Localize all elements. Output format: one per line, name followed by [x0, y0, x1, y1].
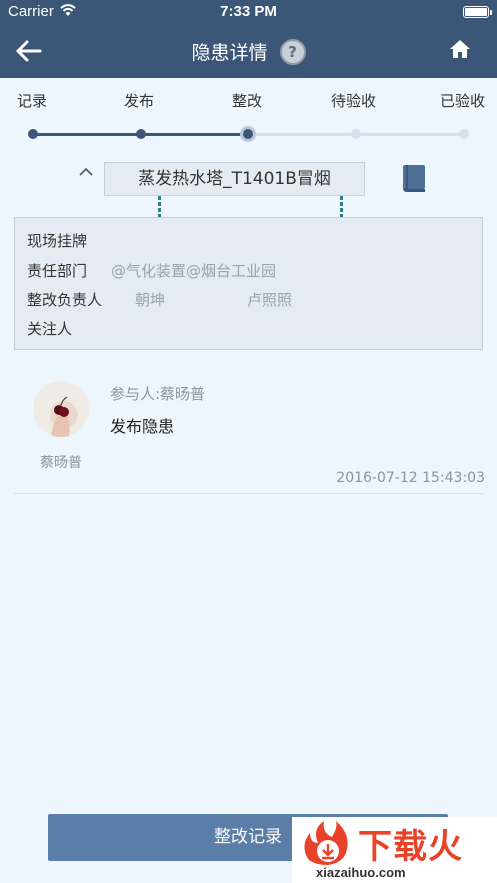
help-icon[interactable]: ?: [279, 38, 306, 65]
hazard-title: 蒸发热水塔_T1401B冒烟: [104, 162, 365, 196]
chevron-up-icon[interactable]: [78, 166, 94, 178]
followers-label: 关注人: [27, 320, 73, 338]
watermark-text: 下载火: [358, 827, 463, 867]
step-label-pending-acceptance: 待验收: [331, 92, 377, 110]
nav-bar: 隐患详情 ?: [0, 24, 497, 78]
flame-logo-icon: [304, 821, 348, 865]
top-bar: Carrier 7:33 PM 隐患详情 ?: [0, 0, 497, 78]
rectification-owner-value-1: 朝坤: [135, 291, 166, 309]
responsible-dept-label: 责任部门: [27, 262, 88, 280]
record-action: 发布隐患: [110, 417, 175, 436]
step-dot-record: [28, 129, 38, 139]
onsite-tag-label: 现场挂牌: [27, 232, 88, 250]
page-title-wrap: 隐患详情 ?: [0, 38, 497, 65]
hazard-info-panel: 现场挂牌 责任部门 @气化装置@烟台工业园 整改负责人 朝坤 卢照照 关注人: [14, 217, 483, 350]
watermark: 下载火 xiazaihuo.com: [292, 817, 497, 883]
connector-line-left: [158, 196, 161, 218]
connector-line-right: [340, 196, 343, 218]
avatar: [33, 381, 89, 437]
step-dot-accepted: [459, 129, 469, 139]
step-dot-pending-acceptance: [351, 129, 361, 139]
step-dot-publish: [136, 129, 146, 139]
battery-icon: [463, 6, 492, 18]
step-label-accepted: 已验收: [440, 92, 486, 110]
page-title: 隐患详情: [191, 42, 268, 64]
avatar-name: 蔡旸普: [40, 455, 82, 471]
progress-steps: 记录 发布 整改 待验收 已验收: [0, 90, 497, 150]
step-dot-rectify: [240, 126, 256, 142]
record-timestamp: 2016-07-12 15:43:03: [336, 470, 485, 486]
record-divider: [14, 493, 483, 494]
step-label-rectify: 整改: [232, 92, 263, 110]
book-icon[interactable]: [400, 163, 428, 193]
watermark-url: xiazaihuo.com: [316, 865, 406, 880]
rectification-owner-value-2: 卢照照: [247, 291, 293, 309]
avatar-photo-icon: [51, 396, 70, 437]
responsible-dept-value: @气化装置@烟台工业园: [111, 262, 277, 280]
status-time: 7:33 PM: [220, 3, 277, 20]
step-label-publish: 发布: [124, 92, 155, 110]
participant-text: 参与人:蔡旸普: [110, 385, 206, 403]
home-icon[interactable]: [449, 38, 471, 60]
status-bar: Carrier 7:33 PM: [0, 0, 497, 24]
step-label-record: 记录: [17, 92, 48, 110]
rectification-owner-label: 整改负责人: [27, 291, 103, 309]
